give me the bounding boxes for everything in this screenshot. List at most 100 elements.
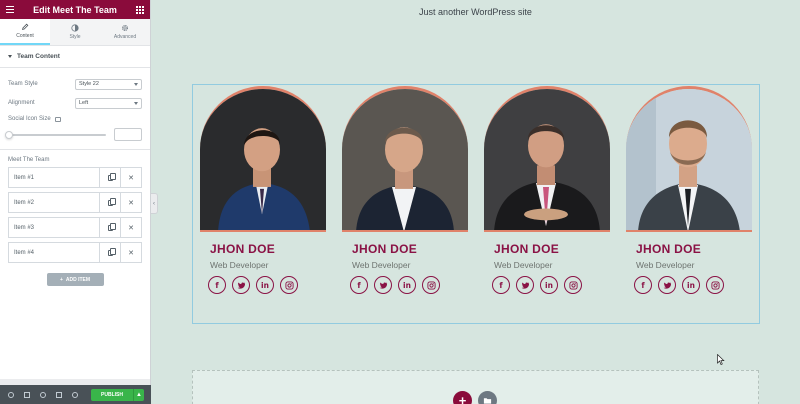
responsive-button[interactable] bbox=[51, 385, 67, 404]
alignment-select[interactable]: Left bbox=[75, 97, 142, 109]
tab-content[interactable]: Content bbox=[0, 19, 50, 45]
member-name: JHON DOE bbox=[352, 242, 418, 256]
mouse-cursor-icon bbox=[717, 354, 725, 365]
history-button[interactable] bbox=[35, 385, 51, 404]
add-item-button[interactable]: + ADD ITEM bbox=[46, 273, 104, 286]
close-icon: ✕ bbox=[128, 249, 134, 257]
plus-icon: + bbox=[59, 276, 63, 283]
member-social-links: f in bbox=[350, 276, 440, 294]
member-photo bbox=[626, 86, 752, 232]
site-tagline: Just another WordPress site bbox=[419, 7, 532, 17]
navigator-button[interactable] bbox=[19, 385, 35, 404]
team-section[interactable]: JHON DOE Web Developer f in JHON DOE Web… bbox=[192, 84, 760, 324]
add-template-button[interactable] bbox=[478, 391, 497, 404]
repeater-item-label: Item #2 bbox=[14, 199, 35, 206]
history-icon bbox=[40, 391, 46, 398]
slider-handle[interactable] bbox=[5, 130, 13, 139]
twitter-icon[interactable] bbox=[232, 276, 250, 294]
layers-icon bbox=[24, 391, 30, 398]
tab-advanced[interactable]: Advanced bbox=[100, 19, 150, 45]
close-icon: ✕ bbox=[128, 224, 134, 232]
linkedin-icon[interactable]: in bbox=[398, 276, 416, 294]
member-social-links: f in bbox=[492, 276, 582, 294]
controls-group: Team Style Style 22 Alignment Left Socia… bbox=[0, 68, 150, 150]
section-team-content[interactable]: Team Content bbox=[0, 46, 150, 68]
add-section-button[interactable]: + bbox=[453, 391, 472, 404]
pencil-icon bbox=[22, 23, 29, 30]
duplicate-button[interactable] bbox=[99, 193, 120, 212]
duplicate-button[interactable] bbox=[99, 168, 120, 187]
remove-button[interactable]: ✕ bbox=[120, 168, 141, 187]
repeater-item[interactable]: Item #1 ✕ bbox=[8, 167, 142, 188]
team-style-value: Style 22 bbox=[79, 81, 99, 87]
editor-panel: Edit Meet The Team Content Style Advance… bbox=[0, 0, 151, 404]
chevron-left-icon: ‹ bbox=[153, 200, 155, 207]
social-icon-size-label: Social Icon Size bbox=[8, 116, 51, 122]
hamburger-menu-icon[interactable] bbox=[6, 6, 14, 13]
duplicate-icon bbox=[107, 172, 116, 181]
gear-icon bbox=[122, 25, 128, 31]
tab-style[interactable]: Style bbox=[50, 19, 100, 45]
member-name: JHON DOE bbox=[210, 242, 276, 256]
widgets-grid-icon[interactable] bbox=[135, 5, 144, 14]
twitter-icon[interactable] bbox=[374, 276, 392, 294]
duplicate-button[interactable] bbox=[99, 243, 120, 262]
facebook-icon[interactable]: f bbox=[350, 276, 368, 294]
repeater-item[interactable]: Item #2 ✕ bbox=[8, 192, 142, 213]
member-role: Web Developer bbox=[352, 260, 411, 270]
member-social-links: f in bbox=[208, 276, 298, 294]
desktop-monitor-icon[interactable] bbox=[54, 116, 61, 122]
member-role: Web Developer bbox=[636, 260, 695, 270]
panel-tabs: Content Style Advanced bbox=[0, 19, 150, 46]
tab-content-label: Content bbox=[16, 33, 34, 39]
add-section-dropzone[interactable] bbox=[192, 370, 759, 404]
alignment-label: Alignment bbox=[8, 100, 35, 106]
twitter-icon[interactable] bbox=[516, 276, 534, 294]
team-repeater: Meet The Team Item #1 ✕ Item #2 ✕ Item #… bbox=[0, 150, 150, 379]
duplicate-icon bbox=[107, 197, 116, 206]
linkedin-icon[interactable]: in bbox=[682, 276, 700, 294]
publish-button[interactable]: PUBLISH bbox=[91, 388, 133, 401]
remove-button[interactable]: ✕ bbox=[120, 218, 141, 237]
chevron-down-icon bbox=[134, 82, 138, 86]
facebook-icon[interactable]: f bbox=[634, 276, 652, 294]
repeater-title: Meet The Team bbox=[8, 157, 50, 163]
team-style-select[interactable]: Style 22 bbox=[75, 78, 142, 90]
gear-icon bbox=[8, 391, 14, 398]
member-social-links: f in bbox=[634, 276, 724, 294]
instagram-icon[interactable] bbox=[280, 276, 298, 294]
linkedin-icon[interactable]: in bbox=[540, 276, 558, 294]
repeater-item[interactable]: Item #4 ✕ bbox=[8, 242, 142, 263]
instagram-icon[interactable] bbox=[706, 276, 724, 294]
panel-footer: PUBLISH ▲ bbox=[0, 385, 151, 404]
remove-button[interactable]: ✕ bbox=[120, 193, 141, 212]
facebook-icon[interactable]: f bbox=[492, 276, 510, 294]
repeater-item[interactable]: Item #3 ✕ bbox=[8, 217, 142, 238]
section-title: Team Content bbox=[17, 53, 60, 60]
tab-style-label: Style bbox=[69, 34, 81, 40]
social-icon-size-control: Social Icon Size bbox=[8, 116, 142, 122]
preview-button[interactable] bbox=[67, 385, 83, 404]
close-icon: ✕ bbox=[128, 174, 134, 182]
publish-options-button[interactable]: ▲ bbox=[133, 388, 144, 401]
duplicate-icon bbox=[107, 247, 116, 256]
twitter-icon[interactable] bbox=[658, 276, 676, 294]
settings-button[interactable] bbox=[3, 385, 19, 404]
facebook-icon[interactable]: f bbox=[208, 276, 226, 294]
linkedin-icon[interactable]: in bbox=[256, 276, 274, 294]
member-role: Web Developer bbox=[210, 260, 269, 270]
plus-icon: + bbox=[458, 393, 467, 404]
panel-collapse-toggle[interactable]: ‹ bbox=[151, 193, 158, 214]
team-style-control: Team Style Style 22 bbox=[8, 78, 142, 90]
member-photo bbox=[342, 86, 468, 232]
monitor-icon bbox=[56, 391, 62, 398]
slider-track[interactable] bbox=[5, 130, 106, 139]
instagram-icon[interactable] bbox=[564, 276, 582, 294]
panel-header: Edit Meet The Team bbox=[0, 0, 150, 19]
duplicate-button[interactable] bbox=[99, 218, 120, 237]
alignment-value: Left bbox=[79, 100, 89, 106]
remove-button[interactable]: ✕ bbox=[120, 243, 141, 262]
instagram-icon[interactable] bbox=[422, 276, 440, 294]
team-style-label: Team Style bbox=[8, 81, 38, 87]
social-icon-size-input[interactable] bbox=[114, 128, 142, 141]
